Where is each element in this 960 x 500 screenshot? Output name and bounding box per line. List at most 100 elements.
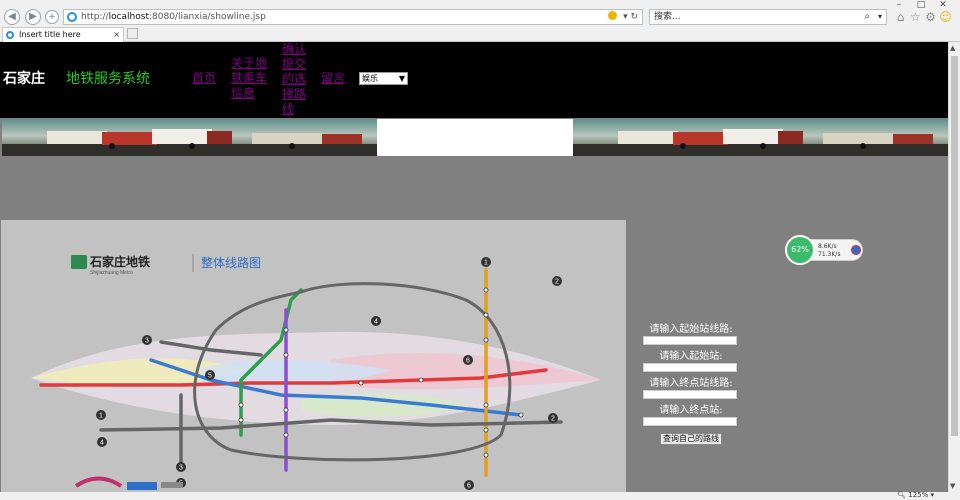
site-subtitle: 地铁服务系统 (66, 71, 150, 87)
speed-percent: 62% (785, 235, 815, 265)
line-badge-number: 2 (555, 279, 559, 286)
map-title-en: Shijiazhuang Metro (90, 270, 133, 276)
home-icon[interactable]: ⌂ (893, 8, 908, 26)
chevron-down-icon: ▼ (398, 74, 405, 83)
scroll-thumb[interactable] (951, 56, 958, 436)
search-box[interactable]: 搜索... ⌕ ▾ (649, 9, 887, 25)
navigation-bar: ◀ ▶ + http://localhost:8080/lianxia/show… (0, 8, 960, 26)
route-query-form: 请输入起始站线路: 请输入起始站: 请输入终点站线路: 请输入终点站: 查询自己… (640, 323, 742, 445)
line-badge-number: 6 (466, 358, 470, 365)
globe-icon (851, 245, 861, 255)
station-marker (238, 402, 244, 408)
back-icon: ◀ (8, 11, 16, 22)
scroll-down-icon[interactable]: ▼ (950, 482, 955, 490)
page-viewport: 石家庄 地铁服务系统 首页 关于地铁乘车信息 确认提交的选择路线 留言 娱乐 ▼ (0, 42, 948, 492)
line-badge-number: 3 (179, 465, 183, 472)
smiley-icon[interactable]: ☺ (938, 8, 953, 26)
site-brand: 石家庄 (3, 71, 45, 87)
refresh-icon[interactable]: ▾ ↻ (623, 12, 638, 22)
forward-button[interactable]: ▶ (25, 9, 41, 25)
station-marker (483, 312, 489, 318)
banner-image-left (2, 119, 377, 156)
address-url: http://localhost:8080/lianxia/showline.j… (81, 10, 266, 24)
station-marker (283, 432, 289, 438)
start-line-input[interactable] (643, 336, 737, 345)
station-marker (483, 287, 489, 293)
line-badge-number: 6 (467, 483, 471, 490)
page-menu-button[interactable]: + (45, 10, 59, 24)
station-marker (483, 402, 489, 408)
toolbar-icons: ⌂ ☆ ⚙ ☺ (893, 8, 960, 26)
line-badge-number: 3 (145, 338, 149, 345)
url-host: localhost (108, 12, 149, 22)
settings-icon[interactable]: ⚙ (923, 8, 938, 26)
map-title-cn: 石家庄地铁 (89, 254, 150, 269)
tab-close-icon[interactable]: × (113, 28, 120, 42)
metro-map-drawing: 石家庄地铁 Shijiazhuang Metro 整体线路图 1 2 3 4 5 6 1 2 3… (1, 220, 626, 492)
tab-active[interactable]: Insert title here × (2, 27, 124, 42)
banner-truck-picture (2, 119, 377, 156)
map-subtitle: 整体线路图 (201, 255, 261, 270)
metro-logo-icon (71, 255, 87, 269)
station-marker (358, 380, 364, 386)
address-tools[interactable]: ▾ ↻ (608, 10, 638, 24)
vertical-scrollbar[interactable]: ▲ ▼ (948, 42, 960, 492)
station-marker (283, 352, 289, 358)
line-badge-number: 1 (99, 413, 103, 420)
banner-image-right (573, 119, 948, 156)
tab-strip: Insert title here × (0, 26, 960, 42)
start-station-input[interactable] (643, 363, 737, 372)
browser-chrome: – □ ✕ ◀ ▶ + http://localhost:8080/lianxia/… (0, 0, 960, 42)
ie-icon (6, 31, 14, 39)
category-select[interactable]: 娱乐 ▼ (359, 72, 408, 85)
banner-truck-picture (573, 119, 948, 156)
forward-icon: ▶ (29, 11, 37, 22)
station-marker (418, 377, 424, 383)
address-bar[interactable]: http://localhost:8080/lianxia/showline.j… (63, 9, 643, 25)
url-scheme: http:// (81, 12, 109, 22)
download-speed: 71.3K/s (818, 251, 841, 258)
back-button[interactable]: ◀ (4, 9, 20, 25)
zoom-value: 125% (908, 491, 929, 499)
end-station-label: 请输入终点站: (659, 405, 723, 416)
start-line-label: 请输入起始站线路: (649, 324, 733, 335)
status-bar: 🔍︎ 125% ▾ (0, 491, 960, 500)
scroll-up-icon[interactable]: ▲ (950, 44, 955, 52)
upload-speed: 8.6K/s (818, 243, 837, 250)
end-line-input[interactable] (643, 390, 737, 399)
nav-home-link[interactable]: 首页 (192, 71, 216, 86)
query-route-button[interactable]: 查询自己的路线 (660, 433, 722, 445)
network-speed-widget[interactable]: 62% 8.6K/s 71.3K/s (785, 235, 865, 265)
zoom-level[interactable]: 🔍︎ 125% ▾ (897, 491, 934, 499)
line-badge-number: 5 (208, 373, 212, 380)
metro-map: 石家庄地铁 Shijiazhuang Metro 整体线路图 1 2 3 4 5 6 1 2 3… (1, 220, 626, 492)
search-dropdown-icon[interactable]: ▾ (878, 10, 882, 24)
category-selected-value: 娱乐 (362, 74, 378, 83)
window-controls: – □ ✕ (888, 0, 954, 10)
new-tab-button[interactable] (127, 28, 138, 39)
plus-icon: + (48, 12, 56, 22)
station-marker (483, 427, 489, 433)
ie-icon (67, 12, 77, 22)
url-path: :8080/lianxia/showline.jsp (148, 12, 266, 22)
nav-about-link[interactable]: 关于地铁乘车信息 (231, 56, 271, 101)
station-marker (483, 337, 489, 343)
end-station-input[interactable] (643, 417, 737, 426)
banner-blank (377, 119, 573, 156)
nav-message-link[interactable]: 留言 (321, 71, 345, 86)
station-marker (238, 417, 244, 423)
tab-title: Insert title here (19, 30, 81, 39)
station-marker (518, 412, 524, 418)
line-badge-number: 1 (484, 260, 488, 267)
station-marker (283, 327, 289, 333)
end-line-label: 请输入终点站线路: (649, 378, 733, 389)
station-marker (283, 407, 289, 413)
site-header: 石家庄 地铁服务系统 首页 关于地铁乘车信息 确认提交的选择路线 留言 娱乐 ▼ (0, 42, 948, 118)
search-icon[interactable]: ⌕ (864, 10, 870, 24)
line-badge-number: 4 (374, 319, 378, 326)
favorites-icon[interactable]: ☆ (908, 8, 923, 26)
line-badge-number: 4 (100, 440, 104, 447)
search-input[interactable]: 搜索... (654, 10, 681, 24)
nav-submit-route-link[interactable]: 确认提交的选择路线 (282, 42, 308, 117)
compat-view-icon[interactable] (608, 11, 618, 20)
